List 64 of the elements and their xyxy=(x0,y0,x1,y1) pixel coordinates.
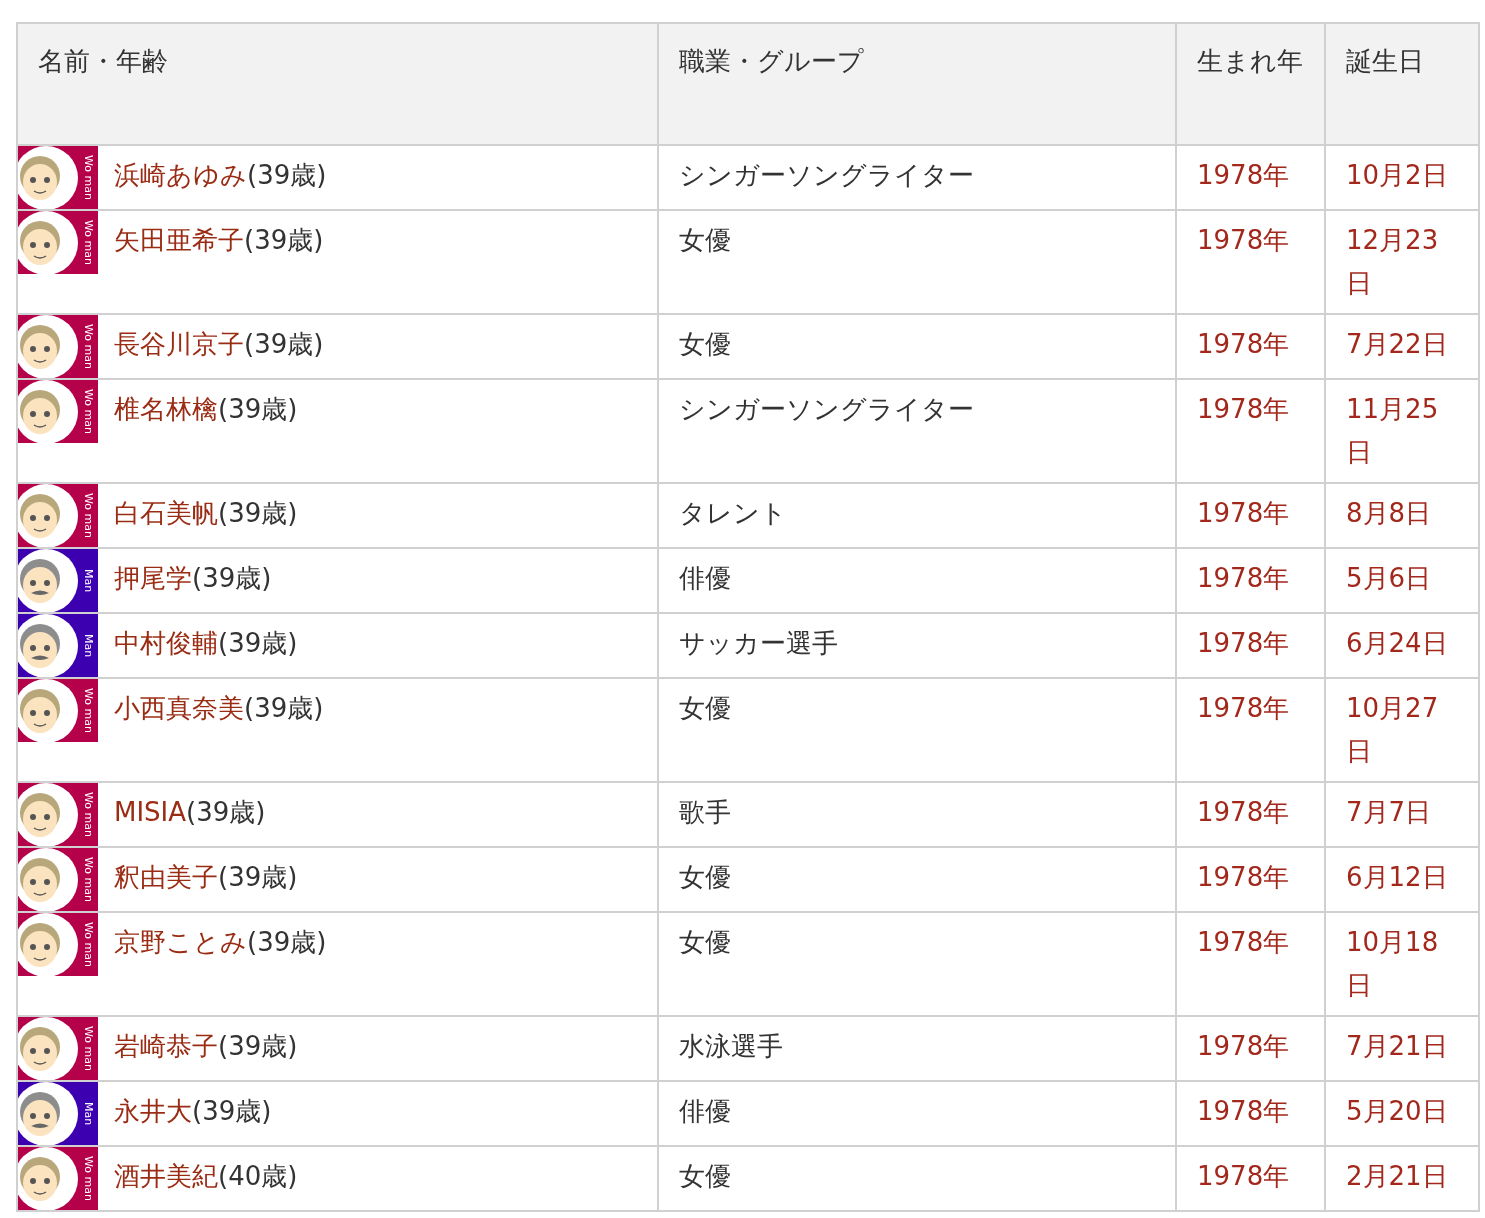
cartoon-face-drawing xyxy=(18,913,78,976)
cartoon-face-drawing xyxy=(18,848,78,911)
table-cell: 歌手 xyxy=(679,797,731,827)
name-link[interactable]: 永井大(39歳) xyxy=(98,1082,288,1145)
cartoon-face-drawing xyxy=(18,783,78,846)
column-header: 生まれ年 xyxy=(1176,23,1325,145)
table-cell: 女優 xyxy=(679,693,731,723)
cartoon-face-drawing xyxy=(18,679,78,742)
year-link[interactable]: 1978年 xyxy=(1197,225,1290,255)
name-link[interactable]: 小西真奈美(39歳) xyxy=(98,679,340,742)
gender-label: Wo man xyxy=(83,324,94,369)
gender-label: Wo man xyxy=(83,155,94,200)
column-header: 名前・年齢 xyxy=(17,23,658,145)
gender-label: Wo man xyxy=(83,1156,94,1201)
table-cell: 俳優 xyxy=(679,563,731,593)
name-link[interactable]: 椎名林檎(39歳) xyxy=(98,380,314,443)
name-link[interactable]: MISIA(39歳) xyxy=(98,783,282,846)
column-header: 職業・グループ xyxy=(658,23,1176,145)
name-link[interactable]: 中村俊輔(39歳) xyxy=(98,614,314,677)
table-cell: シンガーソングライター xyxy=(679,160,974,190)
cartoon-face-drawing xyxy=(18,380,78,443)
name-link[interactable]: 京野ことみ(39歳) xyxy=(98,913,343,976)
column-header: 誕生日 xyxy=(1325,23,1479,145)
name-link[interactable]: 酒井美紀(40歳) xyxy=(98,1147,314,1210)
gender-label: Man xyxy=(83,568,94,593)
gender-label: Wo man xyxy=(83,688,94,733)
gender-label: Wo man xyxy=(83,220,94,265)
table-cell: 女優 xyxy=(679,927,731,957)
gender-label: Wo man xyxy=(83,1026,94,1071)
table-cell: 女優 xyxy=(679,862,731,892)
year-link[interactable]: 1978年 xyxy=(1197,693,1290,723)
gender-label: Man xyxy=(83,633,94,658)
cartoon-face-drawing xyxy=(18,315,78,378)
cartoon-face-drawing xyxy=(18,146,78,209)
gender-label: Wo man xyxy=(83,857,94,902)
cartoon-face-drawing xyxy=(18,211,78,274)
cartoon-face-drawing xyxy=(18,1147,78,1210)
name-link[interactable]: 岩崎恭子(39歳) xyxy=(98,1017,314,1080)
gender-label: Wo man xyxy=(83,493,94,538)
table-cell: サッカー選手 xyxy=(679,628,838,658)
gender-label: Wo man xyxy=(83,792,94,837)
table-cell: 女優 xyxy=(679,225,731,255)
table-cell: 水泳選手 xyxy=(679,1031,783,1061)
cartoon-face-drawing xyxy=(18,1082,78,1145)
table-cell: シンガーソングライター xyxy=(679,394,974,424)
table-cell: 女優 xyxy=(679,1161,731,1191)
name-link[interactable]: 白石美帆(39歳) xyxy=(98,484,314,547)
cartoon-face-drawing xyxy=(18,614,78,677)
gender-label: Wo man xyxy=(83,389,94,434)
name-link[interactable]: 釈由美子(39歳) xyxy=(98,848,314,911)
name-link[interactable]: 長谷川京子(39歳) xyxy=(98,315,340,378)
gender-label: Wo man xyxy=(83,922,94,967)
name-link[interactable]: 押尾学(39歳) xyxy=(98,549,288,612)
year-link[interactable]: 1978年 xyxy=(1197,927,1290,957)
table-cell: タレント xyxy=(679,498,787,528)
gender-label: Man xyxy=(83,1101,94,1126)
name-link[interactable]: 矢田亜希子(39歳) xyxy=(98,211,340,274)
table-cell: 俳優 xyxy=(679,1096,731,1126)
name-link[interactable]: 浜崎あゆみ(39歳) xyxy=(98,146,343,209)
cartoon-face-drawing xyxy=(18,1017,78,1080)
table-cell: 女優 xyxy=(679,329,731,359)
cartoon-face-drawing xyxy=(18,484,78,547)
cartoon-face-drawing xyxy=(18,549,78,612)
year-link[interactable]: 1978年 xyxy=(1197,394,1290,424)
